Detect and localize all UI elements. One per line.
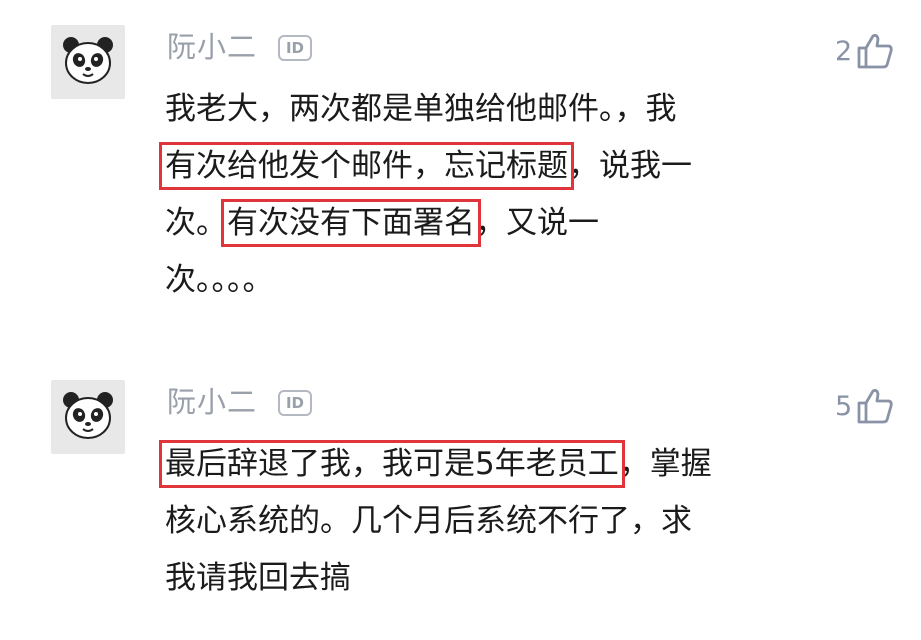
comment-text-segment: 次。: [165, 205, 227, 241]
comment-text-segment: 我老大，两次都是单独给他邮件。，我: [165, 91, 677, 127]
comment-text-line: 最后辞退了我，我可是5年老员工，掌握: [159, 436, 805, 493]
like-button[interactable]: 5: [835, 386, 894, 426]
comment-text-line: 核心系统的。几个月后系统不行了，求: [165, 493, 805, 550]
highlighted-text: 最后辞退了我，我可是5年老员工: [159, 440, 625, 488]
comment-text-segment: 核心系统的。几个月后系统不行了，求: [165, 503, 692, 539]
comment-text-line: 次。有次没有下面署名，又说一: [165, 195, 805, 252]
avatar[interactable]: [51, 380, 125, 454]
avatar[interactable]: [51, 25, 125, 99]
comment-text-segment: ，说我一: [568, 148, 692, 184]
panda-icon: [63, 392, 113, 439]
comment-text: 最后辞退了我，我可是5年老员工，掌握核心系统的。几个月后系统不行了，求 我请我回去…: [159, 436, 805, 607]
like-button[interactable]: 2: [835, 31, 894, 71]
like-count: 2: [835, 35, 853, 67]
username[interactable]: 阮小二: [167, 384, 257, 420]
username[interactable]: 阮小二: [167, 29, 257, 65]
thumbs-up-icon: [857, 389, 893, 424]
comment-text-line: 我请我回去搞: [165, 550, 805, 607]
like-count: 5: [835, 390, 853, 422]
comment-text-segment: 次。。。。: [165, 262, 274, 298]
comment-text-segment: ，又说一: [475, 205, 599, 241]
highlighted-text: 有次给他发个邮件，忘记标题: [159, 142, 574, 190]
highlighted-text: 有次没有下面署名: [221, 199, 481, 247]
comment-text-segment: 我请我回去搞: [165, 560, 351, 596]
comment-text-line: 次。。。。: [165, 252, 805, 309]
comment-text-line: 我老大，两次都是单独给他邮件。，我: [165, 81, 805, 138]
comment-text: 我老大，两次都是单独给他邮件。，我 有次给他发个邮件，忘记标题，说我一 次。有次没有…: [159, 81, 805, 309]
id-badge: ID: [278, 35, 312, 61]
thumbs-up-icon: [857, 34, 893, 69]
comment-list: 阮小二 ID 2 我老大，两次都是单独给他邮件。，我 有次给他发个邮件，忘记标题，…: [0, 0, 921, 640]
comment-text-segment: ，掌握: [618, 446, 712, 482]
comment-text-line: 有次给他发个邮件，忘记标题，说我一: [159, 138, 805, 195]
panda-icon: [63, 37, 113, 84]
id-badge: ID: [278, 390, 312, 416]
